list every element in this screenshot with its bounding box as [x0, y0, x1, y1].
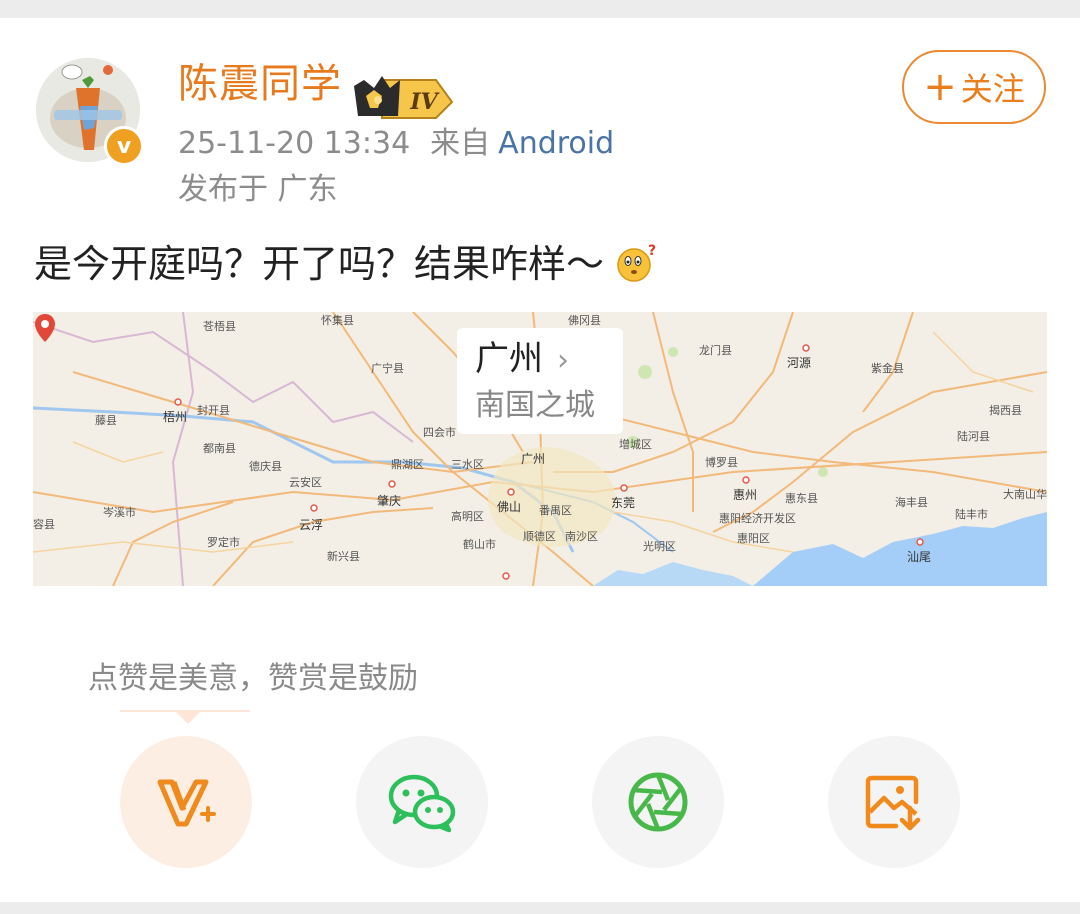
verified-badge: v: [104, 126, 144, 166]
share-moments-button[interactable]: [592, 736, 724, 868]
map-label: 都南县: [203, 442, 236, 455]
follow-label: 关注: [960, 70, 1025, 108]
svg-text:?: ?: [648, 243, 656, 259]
source-link[interactable]: Android: [498, 126, 614, 161]
map-label: 龙门县: [699, 344, 732, 357]
map-label: 广州: [521, 452, 546, 466]
map-label: 揭西县: [989, 404, 1022, 417]
reward-button[interactable]: [120, 736, 252, 868]
timestamp: 25-11-20 13:34: [178, 126, 411, 161]
location: 发布于 广东: [178, 172, 338, 207]
save-image-icon: [865, 775, 921, 831]
map-label: 番禺区: [539, 504, 572, 517]
map-label: 惠东县: [785, 492, 818, 505]
map-label: 河源: [787, 356, 812, 370]
moments-icon: [628, 772, 688, 832]
map-label: 四会市: [423, 426, 456, 439]
map-label: 陆丰市: [955, 508, 988, 521]
map-label: 苍梧县: [203, 320, 236, 333]
map-label: 鹤山市: [463, 538, 496, 551]
map-label: 鼎湖区: [391, 458, 424, 471]
map-location-popup[interactable]: 广州 › 南国之城: [457, 328, 623, 434]
map-label: 怀集县: [321, 314, 354, 327]
map-label: 佛山: [497, 500, 522, 514]
map-label: 惠州: [733, 488, 758, 502]
post-meta: 25-11-20 13:34 来自 Android: [178, 122, 614, 166]
save-image-button[interactable]: [828, 736, 960, 868]
map-label: 博罗县: [705, 456, 738, 469]
map-label: 佛冈县: [568, 314, 601, 327]
chevron-right-icon: ›: [557, 343, 569, 378]
level-badge-text: IV: [409, 89, 439, 115]
map-label: 藤县: [95, 414, 117, 427]
map-label: 海丰县: [895, 496, 928, 509]
post-body: 是今开庭吗？开了吗？结果咋样～: [34, 242, 605, 286]
map-label: 封开县: [197, 404, 230, 417]
follow-button[interactable]: + 关注: [902, 50, 1046, 124]
map-label: 增城区: [619, 438, 652, 451]
location-map[interactable]: 苍梧县 怀集县 广宁县 佛冈县 龙门县 河源 紫金县 梧州 封开县 藤县 都南县…: [33, 312, 1047, 586]
thinking-emoji-icon: ?: [617, 243, 656, 282]
map-label: 岑溪市: [103, 506, 136, 519]
level-crown-icon: IV: [354, 76, 454, 119]
tip-pointer: [120, 710, 250, 724]
map-label: 汕尾: [907, 550, 932, 564]
map-pin-icon: [35, 314, 55, 342]
from-label: 来自: [430, 126, 491, 161]
plus-icon: +: [923, 64, 957, 110]
post-text: 是今开庭吗？开了吗？结果咋样～ ?: [34, 238, 656, 290]
map-label: 惠阳经济开发区: [719, 512, 796, 525]
map-label: 惠阳区: [737, 532, 770, 545]
map-city-name: 广州: [475, 339, 543, 379]
map-label: 云浮: [299, 518, 324, 532]
map-city-subtitle: 南国之城: [475, 388, 595, 423]
map-label: 德庆县: [249, 460, 282, 473]
post-card: v 陈震同学 IV 25-11-20 13:34 来自 Android 发布于 广东…: [0, 18, 1080, 902]
map-label: 新兴县: [327, 550, 360, 563]
map-label: 光明区: [643, 540, 676, 553]
map-label: 罗定市: [207, 536, 240, 549]
reward-tip: 点赞是美意，赞赏是鼓励: [88, 661, 418, 696]
username[interactable]: 陈震同学: [178, 58, 342, 110]
map-label: 南沙区: [565, 530, 598, 543]
map-label: 陆河县: [957, 430, 990, 443]
map-label: 顺德区: [523, 530, 556, 543]
map-label: 广宁县: [371, 362, 404, 375]
map-label: 梧州: [163, 410, 188, 424]
map-label: 高明区: [451, 510, 484, 523]
map-label: 容县: [33, 518, 55, 531]
map-label: 云安区: [289, 476, 322, 489]
map-label: 东莞: [611, 496, 636, 510]
wechat-icon: [388, 774, 456, 833]
map-label: 紫金县: [871, 362, 904, 375]
map-label: 大南山华: [1003, 488, 1047, 501]
reward-icon: [157, 779, 216, 827]
map-label: 三水区: [451, 458, 484, 471]
share-wechat-button[interactable]: [356, 736, 488, 868]
map-label: 肇庆: [377, 494, 402, 508]
